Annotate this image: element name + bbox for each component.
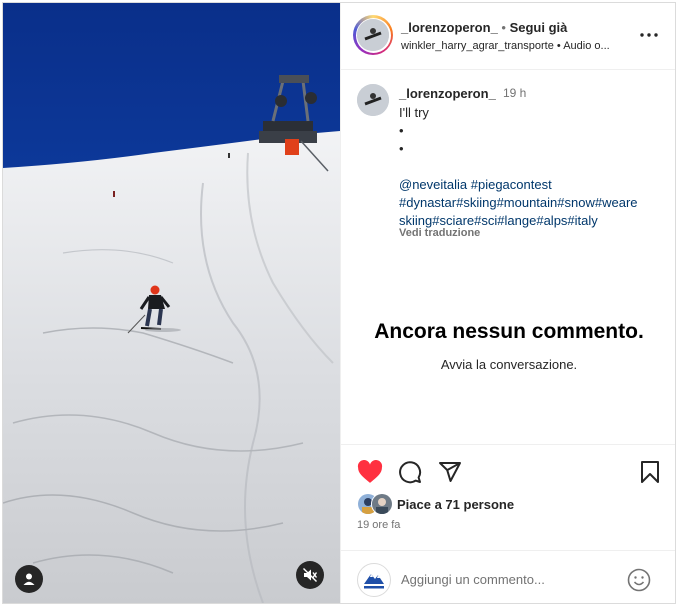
emoji-button[interactable] [627, 568, 651, 592]
caption-time[interactable]: 19 h [503, 86, 526, 100]
hashtag-link[interactable]: skiing [399, 213, 432, 228]
mention-link[interactable]: @neveitalia [399, 177, 467, 192]
current-user-avatar [357, 563, 391, 597]
caption-line: I'll try [399, 105, 429, 120]
post-timestamp[interactable]: 19 ore fa [357, 519, 400, 531]
caption-avatar-photo [357, 84, 389, 116]
send-icon [439, 462, 461, 482]
caption-author-avatar[interactable] [357, 84, 389, 116]
comment-button[interactable] [397, 459, 423, 485]
hashtag-link[interactable]: #sci [474, 213, 497, 228]
liker-avatar [371, 493, 393, 515]
hashtag-link[interactable]: #piegacontest [471, 177, 552, 192]
likes-count[interactable]: Piace a 71 persone [397, 497, 514, 512]
caption-text: I'll try • • @neveitalia #piegacontest #… [399, 104, 664, 230]
more-options-button[interactable] [638, 25, 660, 45]
hashtag-link[interactable]: #sciare [432, 213, 474, 228]
header-user-line: _lorenzoperon_ • Segui già [401, 20, 567, 35]
hashtag-link[interactable]: #lange [497, 213, 536, 228]
no-comments-title: Ancora nessun commento. [374, 320, 644, 343]
neveitalia-logo [364, 574, 384, 589]
save-button[interactable] [637, 459, 663, 485]
hashtag-line: @neveitalia #piegacontest [399, 176, 664, 194]
header-username[interactable]: _lorenzoperon_ [401, 20, 498, 35]
ski-slope-image [3, 3, 340, 603]
comment-icon [399, 461, 422, 484]
post-header: _lorenzoperon_ • Segui già winkler_harry… [341, 3, 675, 70]
hashtag-link[interactable]: #dynastar [399, 195, 456, 210]
post-dialog: _lorenzoperon_ • Segui già winkler_harry… [2, 2, 676, 604]
heart-icon [357, 460, 383, 483]
hashtag-line: #dynastar#skiing#mountain#snow#weare [399, 194, 664, 212]
like-button[interactable] [357, 459, 383, 485]
user-tag-button[interactable] [15, 565, 43, 593]
see-translation-link[interactable]: Vedi traduzione [399, 227, 480, 239]
bookmark-icon [641, 461, 659, 483]
share-button[interactable] [437, 459, 463, 485]
separator-dot: • [501, 20, 510, 35]
mute-icon [303, 568, 318, 582]
add-comment-bar [341, 550, 675, 603]
caption-username[interactable]: _lorenzoperon_ [399, 86, 496, 101]
actions-section: Piace a 71 persone 19 ore fa [341, 444, 675, 603]
hashtag-link[interactable]: #skiing [456, 195, 496, 210]
hashtag-link[interactable]: #snow [557, 195, 595, 210]
author-avatar-photo [357, 19, 389, 51]
user-tag-icon [23, 573, 35, 585]
post-details-panel: _lorenzoperon_ • Segui già winkler_harry… [340, 3, 675, 603]
caption-bullet: • [399, 141, 404, 156]
caption-bullet: • [399, 123, 404, 138]
following-button[interactable]: Segui già [510, 20, 568, 35]
hashtag-link[interactable]: #alps [536, 213, 567, 228]
hashtag-link[interactable]: #mountain [497, 195, 558, 210]
caption-section: _lorenzoperon_ 19 h I'll try • • @neveit… [341, 70, 675, 443]
start-conversation-text: Avvia la conversazione. [440, 357, 578, 372]
mute-button[interactable] [296, 561, 324, 589]
hashtag-link[interactable]: #weare [595, 195, 638, 210]
emoji-icon [627, 568, 651, 592]
author-avatar[interactable] [353, 15, 393, 55]
comment-input[interactable] [401, 569, 621, 589]
hashtag-link[interactable]: #italy [567, 213, 597, 228]
audio-link[interactable]: winkler_harry_agrar_transporte • Audio o… [401, 40, 633, 52]
post-video[interactable] [3, 3, 340, 603]
more-icon [640, 33, 658, 37]
